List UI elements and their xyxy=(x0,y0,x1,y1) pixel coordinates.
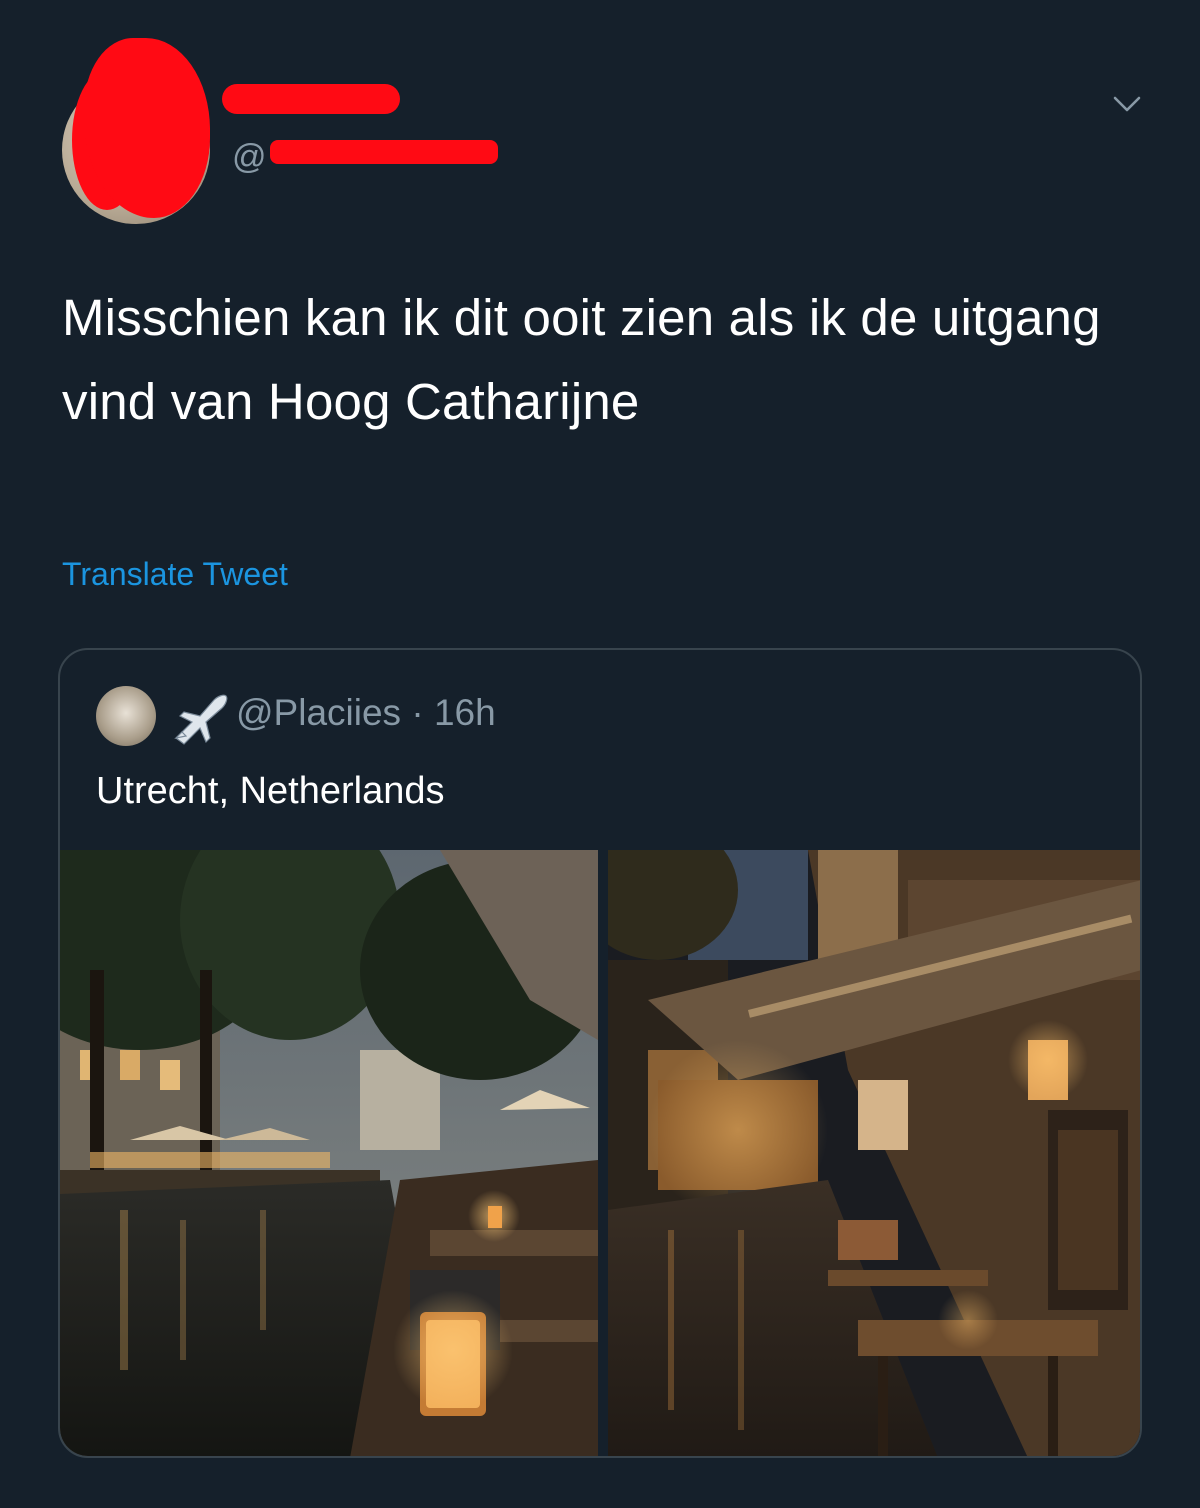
photo-canal-terrace[interactable] xyxy=(60,850,598,1456)
meta-separator: · xyxy=(411,692,424,733)
tweet: @ Misschien kan ik dit ooit zien als ik … xyxy=(0,0,1200,1508)
quoted-text: Utrecht, Netherlands xyxy=(96,770,445,812)
quoted-author-avatar xyxy=(96,686,156,746)
quoted-meta: @Placiies · 16h xyxy=(236,692,496,734)
quoted-timestamp[interactable]: 16h xyxy=(434,692,496,733)
quoted-handle[interactable]: @Placiies xyxy=(236,692,401,733)
chevron-down-icon[interactable] xyxy=(1112,92,1142,116)
photo-rainy-street[interactable] xyxy=(608,850,1140,1456)
author-handle-prefix: @ xyxy=(232,138,267,176)
quoted-tweet[interactable]: @Placiies · 16h Utrecht, Netherlands xyxy=(58,648,1142,1458)
translate-tweet-link[interactable]: Translate Tweet xyxy=(62,556,288,593)
airplane-icon xyxy=(174,694,228,745)
redacted-author-handle xyxy=(270,140,498,164)
tweet-text: Misschien kan ik dit ooit zien als ik de… xyxy=(62,289,1101,430)
redacted-author-name xyxy=(222,84,400,114)
